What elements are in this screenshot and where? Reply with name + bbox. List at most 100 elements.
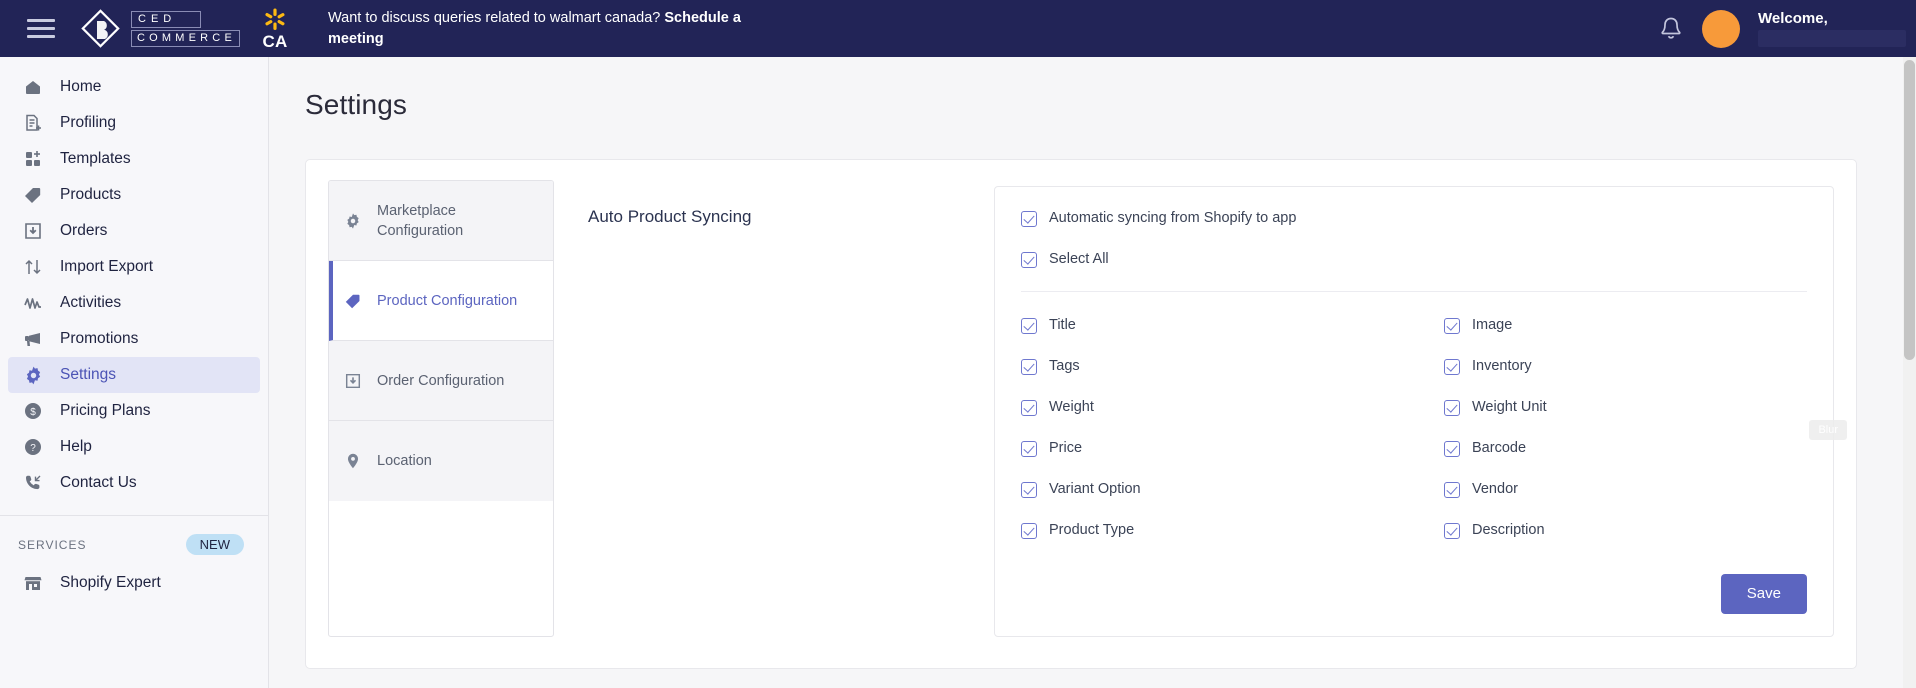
checkbox-row-select-all[interactable]: Select All bbox=[1021, 250, 1807, 269]
sidebar-item-label: Import Export bbox=[60, 258, 154, 275]
store-icon bbox=[22, 572, 44, 594]
sidebar-item-label: Help bbox=[60, 438, 92, 455]
checkbox-weight[interactable] bbox=[1021, 399, 1037, 416]
sidebar-item-settings[interactable]: Settings bbox=[8, 357, 260, 393]
settings-tab-panel: Marketplace Configuration Product Config… bbox=[328, 180, 554, 637]
activity-pulse-icon bbox=[22, 292, 44, 314]
sidebar-item-label: Contact Us bbox=[60, 474, 137, 491]
checkbox-weight-unit[interactable] bbox=[1444, 399, 1460, 416]
tab-order-configuration[interactable]: Order Configuration bbox=[329, 341, 553, 421]
question-circle-icon: ? bbox=[22, 436, 44, 458]
main-content: Settings Marketplace Configuration Produ… bbox=[269, 57, 1904, 688]
sidebar-item-shopify-expert[interactable]: Shopify Expert bbox=[8, 565, 260, 601]
checkbox-label: Weight Unit bbox=[1472, 399, 1547, 415]
sidebar-item-label: Home bbox=[60, 78, 102, 95]
orders-inbox-icon bbox=[22, 220, 44, 242]
topbar-right-cluster: Welcome, bbox=[1658, 9, 1916, 48]
dollar-coin-icon: $ bbox=[22, 400, 44, 422]
checkbox-vendor[interactable] bbox=[1444, 481, 1460, 498]
home-icon bbox=[22, 76, 44, 98]
megaphone-icon bbox=[22, 328, 44, 350]
checkbox-label: Select All bbox=[1049, 251, 1109, 267]
save-button[interactable]: Save bbox=[1720, 574, 1807, 614]
checkbox-title[interactable] bbox=[1021, 317, 1037, 334]
logo-line-1: CED bbox=[131, 10, 201, 28]
sidebar-item-label: Activities bbox=[60, 294, 122, 311]
checkbox-row-title[interactable]: Title bbox=[1021, 316, 1384, 335]
sidebar-item-help[interactable]: ? Help bbox=[8, 429, 260, 465]
sidebar-item-label: Pricing Plans bbox=[60, 402, 151, 419]
sidebar: Home Profiling Templates Products Orders… bbox=[0, 57, 269, 688]
page-scrollbar-thumb[interactable] bbox=[1904, 60, 1915, 360]
checkbox-row-vendor[interactable]: Vendor bbox=[1444, 480, 1807, 499]
checkbox-barcode[interactable] bbox=[1444, 440, 1460, 457]
checkbox-row-weight-unit[interactable]: Weight Unit bbox=[1444, 398, 1807, 417]
svg-text:?: ? bbox=[30, 443, 36, 454]
tag-icon bbox=[22, 184, 44, 206]
sidebar-item-import-export[interactable]: Import Export bbox=[8, 249, 260, 285]
sidebar-item-orders[interactable]: Orders bbox=[8, 213, 260, 249]
sidebar-item-profiling[interactable]: Profiling bbox=[8, 105, 260, 141]
tab-label: Product Configuration bbox=[377, 292, 518, 309]
checkbox-row-weight[interactable]: Weight bbox=[1021, 398, 1384, 417]
checkbox-row-image[interactable]: Image bbox=[1444, 316, 1807, 335]
ced-diamond-icon bbox=[81, 8, 120, 48]
walmart-spark-icon bbox=[265, 8, 285, 30]
templates-icon bbox=[22, 148, 44, 170]
sidebar-item-home[interactable]: Home bbox=[8, 69, 260, 105]
sidebar-item-activities[interactable]: Activities bbox=[8, 285, 260, 321]
welcome-label: Welcome, bbox=[1758, 10, 1828, 27]
checkbox-row-tags[interactable]: Tags bbox=[1021, 357, 1384, 376]
checkbox-automatic-syncing[interactable] bbox=[1021, 210, 1037, 227]
checkbox-label: Description bbox=[1472, 522, 1545, 538]
hamburger-icon[interactable] bbox=[14, 19, 68, 38]
checkbox-row-inventory[interactable]: Inventory bbox=[1444, 357, 1807, 376]
ced-commerce-logo: CED COMMERCE bbox=[80, 8, 240, 50]
avatar[interactable] bbox=[1702, 9, 1740, 48]
sidebar-item-label: Orders bbox=[60, 222, 108, 239]
checkbox-image[interactable] bbox=[1444, 317, 1460, 334]
checkbox-row-barcode[interactable]: Barcode bbox=[1444, 439, 1807, 458]
product-fields-column-right: Image Inventory Weight Unit Barcode Vend… bbox=[1384, 316, 1807, 540]
sidebar-item-pricing-plans[interactable]: $ Pricing Plans bbox=[8, 393, 260, 429]
sidebar-item-label: Profiling bbox=[60, 114, 116, 131]
welcome-block: Welcome, bbox=[1758, 10, 1906, 47]
checkbox-label: Price bbox=[1049, 440, 1083, 456]
checkbox-label: Vendor bbox=[1472, 481, 1518, 497]
bell-icon[interactable] bbox=[1658, 15, 1684, 43]
checkbox-label: Variant Option bbox=[1049, 481, 1141, 497]
checkbox-variant-option[interactable] bbox=[1021, 481, 1037, 498]
gear-icon bbox=[22, 364, 44, 386]
tab-marketplace-configuration[interactable]: Marketplace Configuration bbox=[329, 181, 553, 261]
map-pin-icon bbox=[343, 452, 363, 470]
marketplace-badge: CA bbox=[262, 8, 288, 50]
product-fields-column-left: Title Tags Weight Price Variant Option P… bbox=[1021, 316, 1384, 540]
sidebar-item-promotions[interactable]: Promotions bbox=[8, 321, 260, 357]
checkbox-row-automatic-syncing[interactable]: Automatic syncing from Shopify to app bbox=[1021, 209, 1807, 228]
checkbox-product-type[interactable] bbox=[1021, 522, 1037, 539]
checkbox-label: Image bbox=[1472, 317, 1513, 333]
page-title: Settings bbox=[305, 89, 407, 120]
svg-text:$: $ bbox=[30, 407, 36, 418]
section-title: Auto Product Syncing bbox=[588, 207, 752, 226]
checkbox-row-price[interactable]: Price bbox=[1021, 439, 1384, 458]
checkbox-row-product-type[interactable]: Product Type bbox=[1021, 521, 1384, 540]
panel-divider bbox=[1021, 291, 1807, 292]
tab-product-configuration[interactable]: Product Configuration bbox=[329, 261, 553, 341]
checkbox-price[interactable] bbox=[1021, 440, 1037, 457]
checkbox-inventory[interactable] bbox=[1444, 358, 1460, 375]
sidebar-item-products[interactable]: Products bbox=[8, 177, 260, 213]
checkbox-row-description[interactable]: Description bbox=[1444, 521, 1807, 540]
checkbox-description[interactable] bbox=[1444, 522, 1460, 539]
sidebar-item-contact-us[interactable]: Contact Us bbox=[8, 465, 260, 501]
tab-label: Location bbox=[377, 453, 432, 469]
sidebar-item-templates[interactable]: Templates bbox=[8, 141, 260, 177]
sidebar-item-label: Promotions bbox=[60, 330, 139, 347]
checkbox-select-all[interactable] bbox=[1021, 251, 1037, 268]
checkbox-tags[interactable] bbox=[1021, 358, 1037, 375]
checkbox-label: Product Type bbox=[1049, 522, 1135, 538]
checkbox-row-variant-option[interactable]: Variant Option bbox=[1021, 480, 1384, 499]
tab-location[interactable]: Location bbox=[329, 421, 553, 501]
phone-incoming-icon bbox=[22, 472, 44, 494]
blur-badge: Blur bbox=[1809, 420, 1847, 440]
